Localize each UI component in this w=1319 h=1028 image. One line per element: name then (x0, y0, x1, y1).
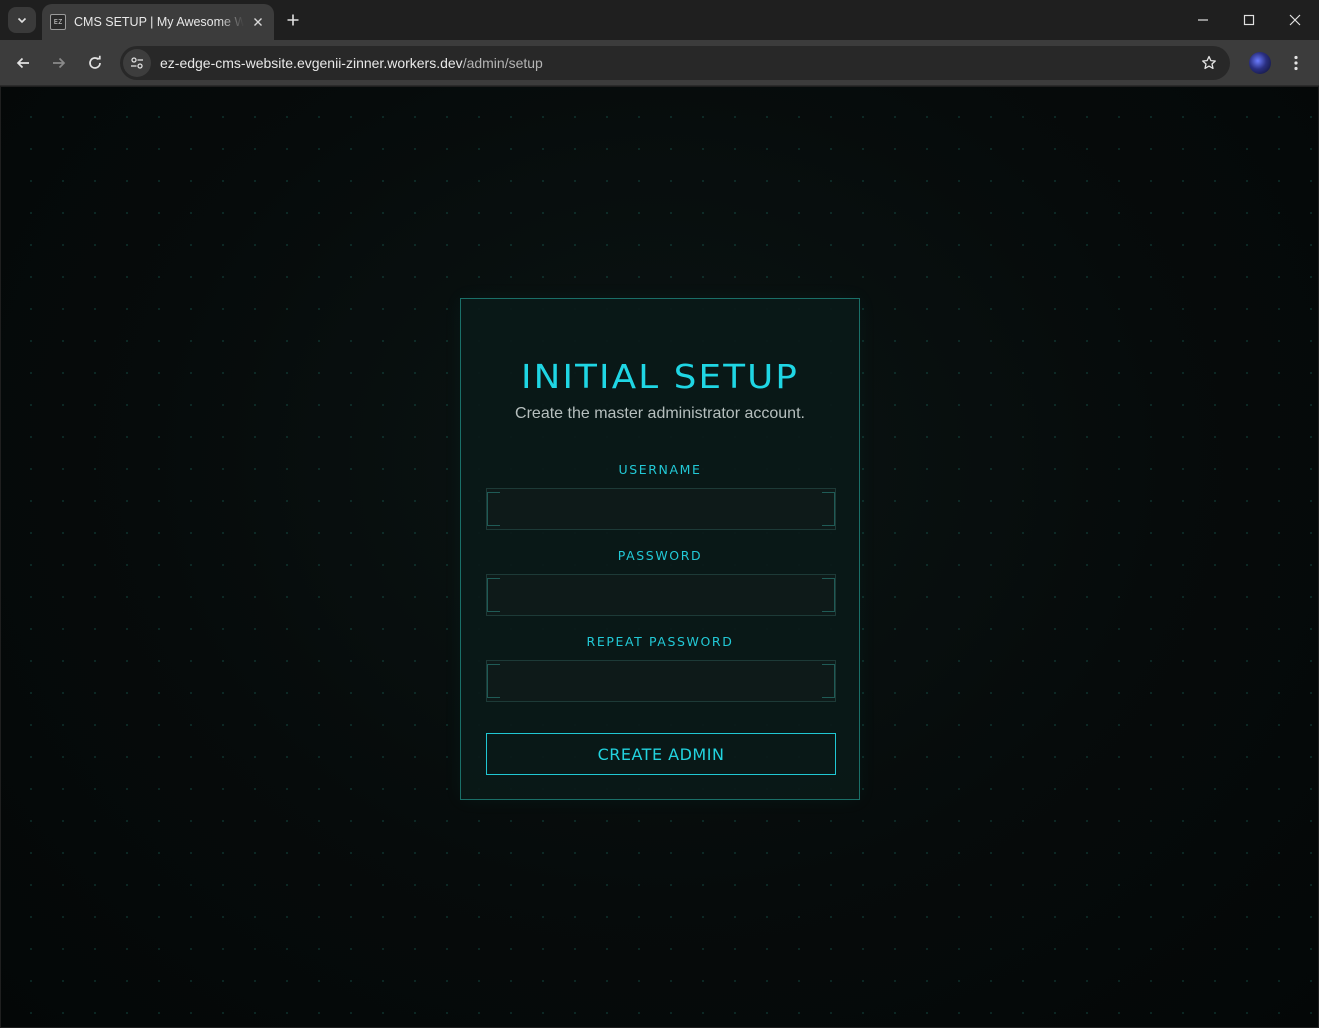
arrow-right-icon (53, 57, 66, 69)
address-bar[interactable]: ez-edge-cms-website.evgenii-zinner.worke… (120, 46, 1230, 80)
repeat-password-input[interactable] (487, 661, 835, 701)
close-icon (254, 18, 262, 26)
minimize-button[interactable] (1180, 0, 1226, 40)
reload-icon (89, 55, 101, 69)
username-label: USERNAME (618, 462, 702, 477)
close-window-button[interactable] (1272, 0, 1318, 40)
tab-title: CMS SETUP | My Awesome Website (74, 15, 244, 29)
browser-toolbar: ez-edge-cms-website.evgenii-zinner.worke… (0, 40, 1319, 86)
tune-icon (131, 57, 143, 69)
maximize-button[interactable] (1226, 0, 1272, 40)
minimize-icon (1198, 19, 1208, 21)
browser-tab-strip: EZ CMS SETUP | My Awesome Website (0, 0, 1319, 40)
url-text: ez-edge-cms-website.evgenii-zinner.worke… (160, 55, 543, 71)
site-info-button[interactable] (123, 49, 151, 77)
chevron-down-icon (17, 17, 27, 24)
reload-button[interactable] (81, 49, 109, 77)
star-icon (1202, 55, 1216, 70)
repeat-password-label: REPEAT PASSWORD (586, 634, 734, 649)
username-field-wrapper (486, 488, 836, 530)
url-path: /admin/setup (462, 55, 543, 71)
close-icon (1289, 14, 1301, 26)
maximize-icon (1243, 14, 1255, 26)
bookmark-button[interactable] (1196, 50, 1222, 76)
setup-card: INITIAL SETUP Create the master administ… (460, 298, 860, 800)
create-admin-button[interactable]: CREATE ADMIN (486, 733, 836, 775)
repeat-password-field-wrapper (486, 660, 836, 702)
site-favicon: EZ (50, 14, 66, 30)
new-tab-button[interactable] (282, 9, 304, 31)
browser-tab-active[interactable]: EZ CMS SETUP | My Awesome Website (42, 4, 274, 40)
profile-avatar[interactable] (1249, 52, 1271, 74)
password-field-wrapper (486, 574, 836, 616)
kebab-menu-icon (1294, 55, 1298, 71)
arrow-left-icon (16, 57, 29, 69)
password-label: PASSWORD (617, 548, 703, 563)
password-input[interactable] (487, 575, 835, 615)
page-title: INITIAL SETUP (520, 357, 800, 396)
page-viewport: INITIAL SETUP Create the master administ… (1, 87, 1318, 1027)
forward-button[interactable] (45, 49, 73, 77)
plus-icon (287, 14, 299, 26)
url-host: ez-edge-cms-website.evgenii-zinner.worke… (160, 55, 463, 71)
back-button[interactable] (9, 49, 37, 77)
tab-list-button[interactable] (8, 7, 36, 33)
username-input[interactable] (487, 489, 835, 529)
tab-close-button[interactable] (250, 14, 266, 30)
browser-menu-button[interactable] (1284, 49, 1308, 77)
page-subtitle: Create the master administrator account. (515, 405, 805, 422)
